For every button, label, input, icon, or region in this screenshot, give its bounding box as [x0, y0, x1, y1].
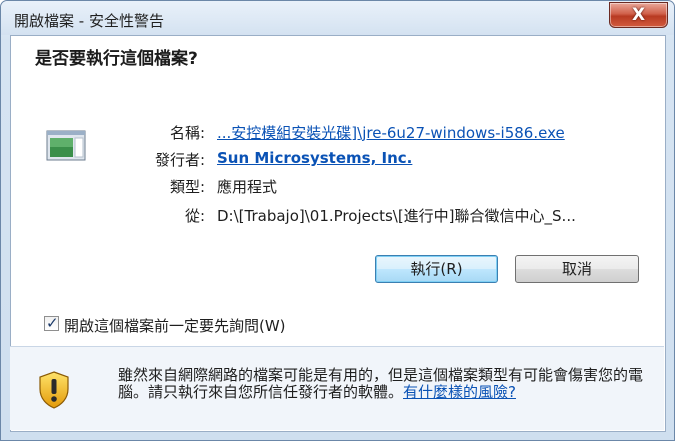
publisher-link[interactable]: Sun Microsystems, Inc. [217, 149, 412, 167]
ask-before-open-label[interactable]: 開啟這個檔案前一定要先詢問(W) [64, 315, 286, 336]
from-value: D:\[Trabajo]\01.Projects\[進行中]聯合徵信中心_S..… [217, 207, 576, 225]
shield-warning-icon [39, 371, 69, 409]
dialog-heading: 是否要執行這個檔案? [35, 49, 198, 69]
warning-message: 雖然來自網際網路的檔案可能是有用的，但是這個檔案類型有可能會傷害您的電腦。請只執… [118, 367, 648, 401]
risk-info-link[interactable]: 有什麼樣的風險? [403, 383, 516, 401]
close-button[interactable]: X [609, 2, 668, 28]
cancel-button[interactable]: 取消 [515, 255, 639, 283]
ask-before-open-checkbox[interactable]: ✓ [44, 314, 59, 332]
title-bar[interactable]: 開啟檔案 - 安全性警告 X [1, 1, 674, 35]
from-label: 從: [184, 207, 205, 225]
check-icon: ✓ [46, 314, 59, 332]
publisher-label: 發行者: [154, 151, 205, 169]
name-label: 名稱: [169, 124, 205, 142]
window-title: 開啟檔案 - 安全性警告 [14, 12, 164, 30]
file-name-link[interactable]: ...安控模組安裝光碟]\jre-6u27-windows-i586.exe [217, 122, 565, 143]
type-label: 類型: [169, 178, 205, 196]
type-value: 應用程式 [217, 178, 278, 196]
close-icon: X [631, 5, 646, 25]
warning-text: 雖然來自網際網路的檔案可能是有用的，但是這個檔案類型有可能會傷害您的電腦。請只執… [118, 366, 644, 401]
run-button[interactable]: 執行(R) [375, 255, 498, 283]
